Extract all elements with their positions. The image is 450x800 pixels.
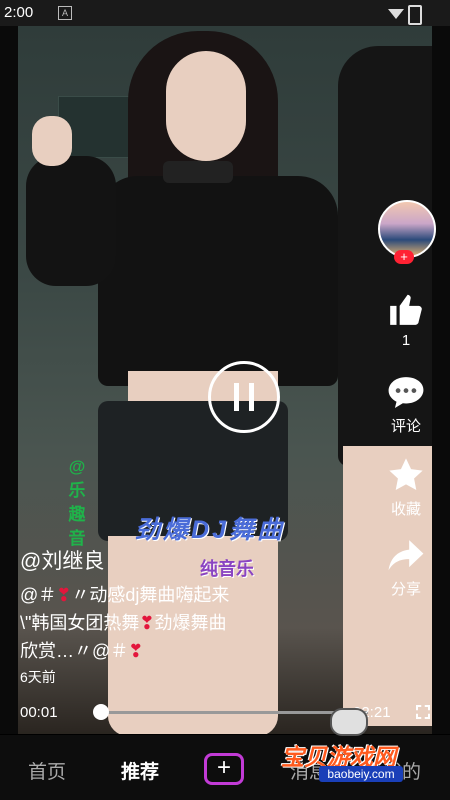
thumb-up-icon xyxy=(390,294,422,325)
battery-icon xyxy=(408,5,422,25)
dancer-face xyxy=(166,51,246,161)
status-time: 2:00 xyxy=(4,4,34,21)
dancer-arm xyxy=(26,156,116,286)
status-bar: 2:00 A xyxy=(0,0,450,26)
letterbox-left xyxy=(0,26,18,734)
tab-home[interactable]: 首页 xyxy=(28,757,66,784)
microphone xyxy=(163,161,233,183)
heart-emoji: ❣ xyxy=(128,641,144,661)
description-part: @＃ xyxy=(20,585,57,605)
heart-emoji: ❣ xyxy=(56,585,72,605)
notification-icon: A xyxy=(58,6,72,20)
share-icon xyxy=(388,540,424,571)
current-time: 00:01 xyxy=(20,704,58,721)
wifi-icon xyxy=(388,9,404,19)
gamepad-icon xyxy=(330,708,368,736)
plus-icon: + xyxy=(216,754,231,781)
create-post-button[interactable]: + xyxy=(204,753,244,785)
author-username[interactable]: @刘继良 xyxy=(20,545,320,575)
seek-knob[interactable] xyxy=(92,704,109,720)
follow-button[interactable]: + xyxy=(394,250,414,264)
dancer-hand xyxy=(32,116,72,166)
collect-label: 收藏 xyxy=(390,501,421,518)
like-button[interactable]: 1 xyxy=(378,290,434,349)
collect-button[interactable]: 收藏 xyxy=(378,456,434,519)
pause-button[interactable] xyxy=(208,361,280,433)
post-time: 6天前 xyxy=(20,669,56,685)
description-part: 〃动感dj舞曲嗨起来 xyxy=(71,585,230,605)
like-count: 1 xyxy=(401,332,411,349)
letterbox-right xyxy=(432,26,450,734)
overlay-title: 劲爆DJ舞曲 xyxy=(135,516,285,544)
overlay-side-text: @乐趣音 xyxy=(68,457,86,548)
description-part: \"韩国女团热舞 xyxy=(20,613,140,633)
description-part: 欣赏…〃@＃ xyxy=(20,641,129,661)
comment-icon xyxy=(388,377,424,409)
star-icon xyxy=(389,458,423,491)
post-info: @刘继良 @＃❣〃动感dj舞曲嗨起来 \"韩国女团热舞❣劲爆舞曲 欣赏…〃@＃❣… xyxy=(20,545,320,687)
description-part: 劲爆舞曲 xyxy=(154,613,227,633)
watermark-url: baobeiy.com xyxy=(319,766,403,782)
comment-button[interactable]: 评论 xyxy=(378,375,434,436)
share-label: 分享 xyxy=(390,581,421,598)
site-watermark: 宝贝游戏网 baobeiy.com xyxy=(275,700,445,800)
share-button[interactable]: 分享 xyxy=(378,538,434,599)
app-screen: 2:00 A @乐趣音 劲爆DJ舞曲 纯音乐 + 1 评论 收藏 分享 @刘继良… xyxy=(0,0,450,800)
heart-emoji: ❣ xyxy=(139,613,155,633)
tab-recommend[interactable]: 推荐 xyxy=(121,757,159,784)
post-description: @＃❣〃动感dj舞曲嗨起来 \"韩国女团热舞❣劲爆舞曲 欣赏…〃@＃❣ xyxy=(20,581,320,665)
comment-label: 评论 xyxy=(390,418,421,435)
dancer-top xyxy=(98,176,338,386)
